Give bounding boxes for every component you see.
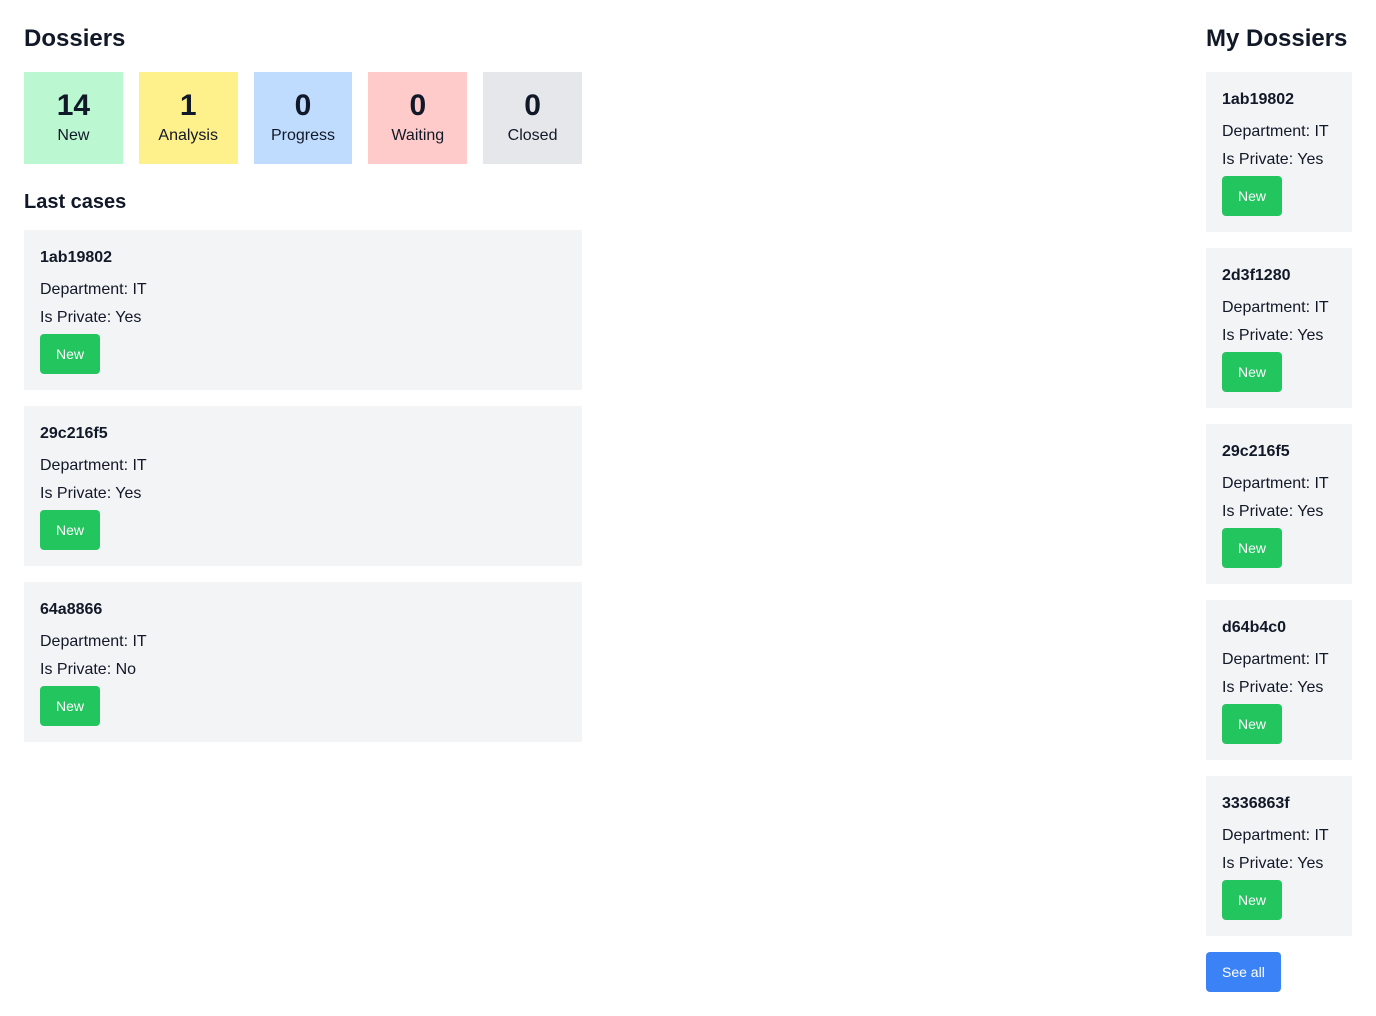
case-private: Is Private: No bbox=[40, 661, 137, 678]
dossier-private: Is Private: Yes bbox=[1222, 327, 1324, 344]
case-id: 1ab19802 bbox=[40, 249, 113, 266]
status-new-button[interactable]: New bbox=[1222, 528, 1283, 568]
dossiers-title: Dossiers bbox=[24, 25, 126, 52]
dossier-department: Department: IT bbox=[1222, 651, 1329, 668]
see-all-button[interactable]: See all bbox=[1206, 952, 1281, 992]
stat-label: Closed bbox=[507, 127, 558, 144]
dossier-id: 3336863f bbox=[1222, 795, 1290, 812]
status-new-button[interactable]: New bbox=[1222, 704, 1283, 744]
dossiers-section: Dossiers 14 New 1 Analysis 0 Progress 0 … bbox=[24, 24, 582, 758]
stat-label: Waiting bbox=[391, 127, 445, 144]
status-new-button[interactable]: New bbox=[40, 510, 101, 550]
stat-count: 0 bbox=[294, 89, 312, 122]
case-card[interactable]: 64a8866 Department: IT Is Private: No Ne… bbox=[24, 582, 582, 742]
my-dossiers-section: My Dossiers 1ab19802 Department: IT Is P… bbox=[1206, 24, 1352, 992]
status-new-button[interactable]: New bbox=[1222, 352, 1283, 392]
stat-label: New bbox=[57, 127, 90, 144]
dossier-department: Department: IT bbox=[1222, 475, 1329, 492]
dossier-card[interactable]: d64b4c0 Department: IT Is Private: Yes N… bbox=[1206, 600, 1352, 760]
dossier-private: Is Private: Yes bbox=[1222, 503, 1324, 520]
stat-label: Progress bbox=[270, 127, 335, 144]
dossier-id: 2d3f1280 bbox=[1222, 267, 1291, 284]
dossier-department: Department: IT bbox=[1222, 827, 1329, 844]
case-card[interactable]: 29c216f5 Department: IT Is Private: Yes … bbox=[24, 406, 582, 566]
dossier-id: 1ab19802 bbox=[1222, 91, 1295, 108]
dossier-card[interactable]: 1ab19802 Department: IT Is Private: Yes … bbox=[1206, 72, 1352, 232]
my-dossiers-title: My Dossiers bbox=[1206, 25, 1348, 52]
dossier-department: Department: IT bbox=[1222, 299, 1329, 316]
dossier-id: d64b4c0 bbox=[1222, 619, 1287, 636]
stat-label: Analysis bbox=[158, 127, 218, 144]
status-new-button[interactable]: New bbox=[1222, 176, 1283, 216]
case-private: Is Private: Yes bbox=[40, 485, 142, 502]
dossier-id: 29c216f5 bbox=[1222, 443, 1290, 460]
case-card[interactable]: 1ab19802 Department: IT Is Private: Yes … bbox=[24, 230, 582, 390]
status-new-button[interactable]: New bbox=[40, 334, 101, 374]
page: Dossiers 14 New 1 Analysis 0 Progress 0 … bbox=[0, 0, 1376, 1016]
case-private: Is Private: Yes bbox=[40, 309, 142, 326]
stat-count: 0 bbox=[524, 89, 541, 122]
stat-waiting[interactable]: 0 Waiting bbox=[368, 72, 468, 164]
dossier-card[interactable]: 2d3f1280 Department: IT Is Private: Yes … bbox=[1206, 248, 1352, 408]
stat-closed[interactable]: 0 Closed bbox=[483, 72, 582, 164]
case-id: 29c216f5 bbox=[40, 425, 108, 442]
case-department: Department: IT bbox=[40, 281, 147, 298]
stat-count: 0 bbox=[409, 89, 427, 122]
status-new-button[interactable]: New bbox=[1222, 880, 1283, 920]
stat-new[interactable]: 14 New bbox=[24, 72, 123, 164]
dossier-card[interactable]: 3336863f Department: IT Is Private: Yes … bbox=[1206, 776, 1352, 936]
case-department: Department: IT bbox=[40, 633, 147, 650]
dossier-private: Is Private: Yes bbox=[1222, 855, 1324, 872]
dossier-department: Department: IT bbox=[1222, 123, 1329, 140]
stat-analysis[interactable]: 1 Analysis bbox=[138, 72, 238, 164]
status-new-button[interactable]: New bbox=[40, 686, 101, 726]
case-department: Department: IT bbox=[40, 457, 147, 474]
status-stats: 14 New 1 Analysis 0 Progress 0 Waiting 0… bbox=[24, 72, 582, 164]
dossier-private: Is Private: Yes bbox=[1222, 679, 1324, 696]
dossier-card[interactable]: 29c216f5 Department: IT Is Private: Yes … bbox=[1206, 424, 1352, 584]
dossier-private: Is Private: Yes bbox=[1222, 151, 1324, 168]
case-id: 64a8866 bbox=[40, 601, 103, 618]
stat-count: 1 bbox=[179, 89, 197, 122]
stat-progress[interactable]: 0 Progress bbox=[253, 72, 353, 164]
stat-count: 14 bbox=[56, 89, 91, 122]
last-cases-title: Last cases bbox=[24, 191, 127, 213]
